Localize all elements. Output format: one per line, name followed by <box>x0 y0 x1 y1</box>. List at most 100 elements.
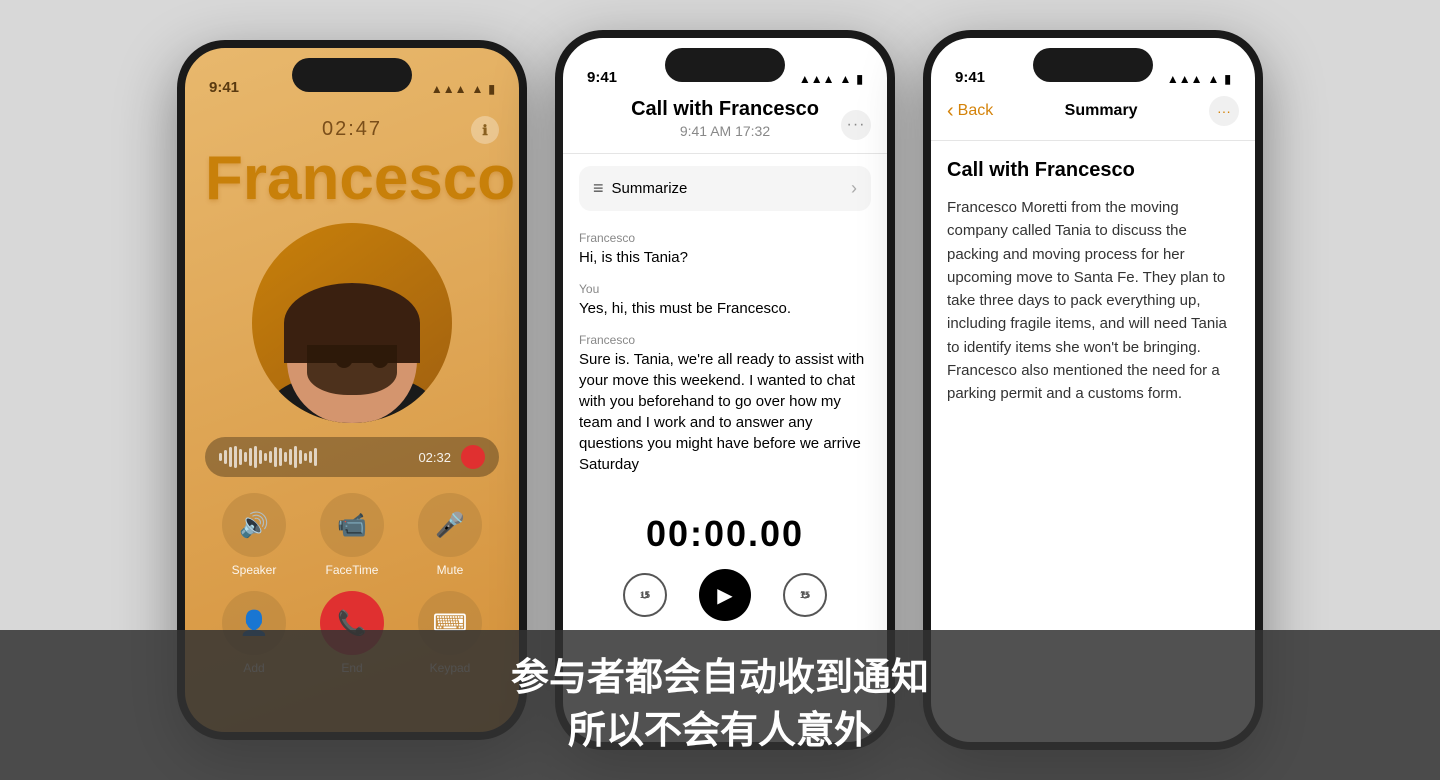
wifi-icon-2: ▲ <box>840 72 852 86</box>
playback-timer: 00:00.00 <box>563 497 887 569</box>
chevron-left-icon: ‹ <box>947 101 954 121</box>
summary-more-button[interactable]: ··· <box>1209 96 1239 126</box>
subtitle-overlay: 参与者都会自动收到通知 所以不会有人意外 <box>0 630 1440 780</box>
wave-bar <box>314 448 317 466</box>
status-icons-3: ▲▲▲ ▲ ▮ <box>1167 72 1231 86</box>
facetime-label: FaceTime <box>326 563 379 577</box>
recording-bar: 02:32 <box>205 437 499 477</box>
caller-name: Francesco <box>185 145 519 213</box>
transcript-area: Francesco Hi, is this Tania? You Yes, hi… <box>563 223 887 497</box>
speaker-text: Sure is. Tania, we're all ready to assis… <box>579 349 871 475</box>
skip-forward-button[interactable]: ↻ 15 <box>783 573 827 617</box>
controls-row-1: 🔊 Speaker 📹 FaceTime 🎤 Mute <box>205 493 499 577</box>
transcript-entry-2: Francesco Sure is. Tania, we're all read… <box>579 333 871 475</box>
summarize-icon: ≡ <box>593 178 604 199</box>
avatar <box>252 223 452 423</box>
wave-bar <box>284 452 287 462</box>
back-label: Back <box>958 102 994 120</box>
wave-bar <box>234 446 237 468</box>
status-icons-1: ▲▲▲ ▲ ▮ <box>431 82 495 96</box>
status-time-3: 9:41 <box>955 69 985 86</box>
summary-call-title: Call with Francesco <box>947 159 1239 182</box>
waveform <box>219 445 408 469</box>
play-icon: ▶ <box>717 583 732 608</box>
skip-back-button[interactable]: ↺ 15 <box>623 573 667 617</box>
speaker-icon-circle: 🔊 <box>222 493 286 557</box>
wave-bar <box>254 446 257 468</box>
call-subtitle: 9:41 AM 17:32 <box>583 123 867 139</box>
facetime-button[interactable]: 📹 FaceTime <box>320 493 384 577</box>
call-timer: 02:47 <box>185 118 519 141</box>
wifi-icon: ▲ <box>472 82 484 96</box>
mute-button[interactable]: 🎤 Mute <box>418 493 482 577</box>
wave-bar <box>294 446 297 468</box>
speaker-text: Hi, is this Tania? <box>579 247 871 268</box>
wave-bar <box>224 450 227 464</box>
memoji <box>262 233 442 423</box>
wave-bar <box>219 453 222 461</box>
wave-bar <box>249 448 252 466</box>
signal-icon-3: ▲▲▲ <box>1167 72 1203 86</box>
dynamic-island-1 <box>292 58 412 92</box>
skip-forward-label: 15 <box>800 590 810 600</box>
call-title: Call with Francesco <box>583 98 867 121</box>
facetime-icon-circle: 📹 <box>320 493 384 557</box>
subtitle-line-2: 所以不会有人意外 <box>568 705 872 758</box>
mute-icon-circle: 🎤 <box>418 493 482 557</box>
speaker-name: Francesco <box>579 231 871 245</box>
speaker-name: Francesco <box>579 333 871 347</box>
skip-back-label: 15 <box>640 590 650 600</box>
summarize-row[interactable]: ≡ Summarize › <box>579 166 871 211</box>
subtitle-line-1: 参与者都会自动收到通知 <box>511 652 929 705</box>
speaker-icon: 🔊 <box>239 511 269 540</box>
speaker-name: You <box>579 282 871 296</box>
status-icons-2: ▲▲▲ ▲ ▮ <box>799 72 863 86</box>
more-dots-icon: ··· <box>1217 103 1231 119</box>
playback-controls: ↺ 15 ▶ ↻ 15 <box>563 569 887 631</box>
dynamic-island-3 <box>1033 48 1153 82</box>
wave-bar <box>244 452 247 462</box>
speaker-label: Speaker <box>232 563 277 577</box>
mute-label: Mute <box>437 563 464 577</box>
speaker-text: Yes, hi, this must be Francesco. <box>579 298 871 319</box>
speaker-button[interactable]: 🔊 Speaker <box>222 493 286 577</box>
wave-bar <box>289 449 292 465</box>
summarize-left: ≡ Summarize <box>593 178 687 199</box>
avatar-container <box>185 223 519 423</box>
summary-header-title: Summary <box>1065 102 1138 120</box>
battery-icon-2: ▮ <box>856 72 863 86</box>
summarize-label: Summarize <box>612 180 688 197</box>
record-button[interactable] <box>461 445 485 469</box>
signal-icon: ▲▲▲ <box>431 82 467 96</box>
recording-time: 02:32 <box>418 450 451 465</box>
memoji-head <box>287 283 417 423</box>
wifi-icon-3: ▲ <box>1208 72 1220 86</box>
wave-bar <box>259 450 262 464</box>
wave-bar <box>299 450 302 464</box>
memoji-beard <box>307 345 397 395</box>
battery-icon-3: ▮ <box>1224 72 1231 86</box>
status-time-2: 9:41 <box>587 69 617 86</box>
wave-bar <box>279 448 282 466</box>
wave-bar <box>229 447 232 467</box>
battery-icon: ▮ <box>488 82 495 96</box>
chevron-right-icon: › <box>851 178 857 199</box>
facetime-icon: 📹 <box>337 511 367 540</box>
more-options-button[interactable]: ··· <box>841 110 871 140</box>
wave-bar <box>239 449 242 465</box>
mute-icon: 🎤 <box>435 511 465 540</box>
transcript-entry-1: You Yes, hi, this must be Francesco. <box>579 282 871 319</box>
summary-body: Francesco Moretti from the moving compan… <box>947 196 1239 405</box>
wave-bar <box>269 451 272 463</box>
info-button[interactable]: ℹ <box>471 116 499 144</box>
wave-bar <box>264 453 267 461</box>
wave-bar <box>304 453 307 461</box>
signal-icon-2: ▲▲▲ <box>799 72 835 86</box>
summary-content: Call with Francesco Francesco Moretti fr… <box>931 141 1255 423</box>
dynamic-island-2 <box>665 48 785 82</box>
play-button[interactable]: ▶ <box>699 569 751 621</box>
wave-bar <box>309 451 312 463</box>
transcript-entry-0: Francesco Hi, is this Tania? <box>579 231 871 268</box>
status-time-1: 9:41 <box>209 79 239 96</box>
back-button[interactable]: ‹ Back <box>947 101 993 121</box>
